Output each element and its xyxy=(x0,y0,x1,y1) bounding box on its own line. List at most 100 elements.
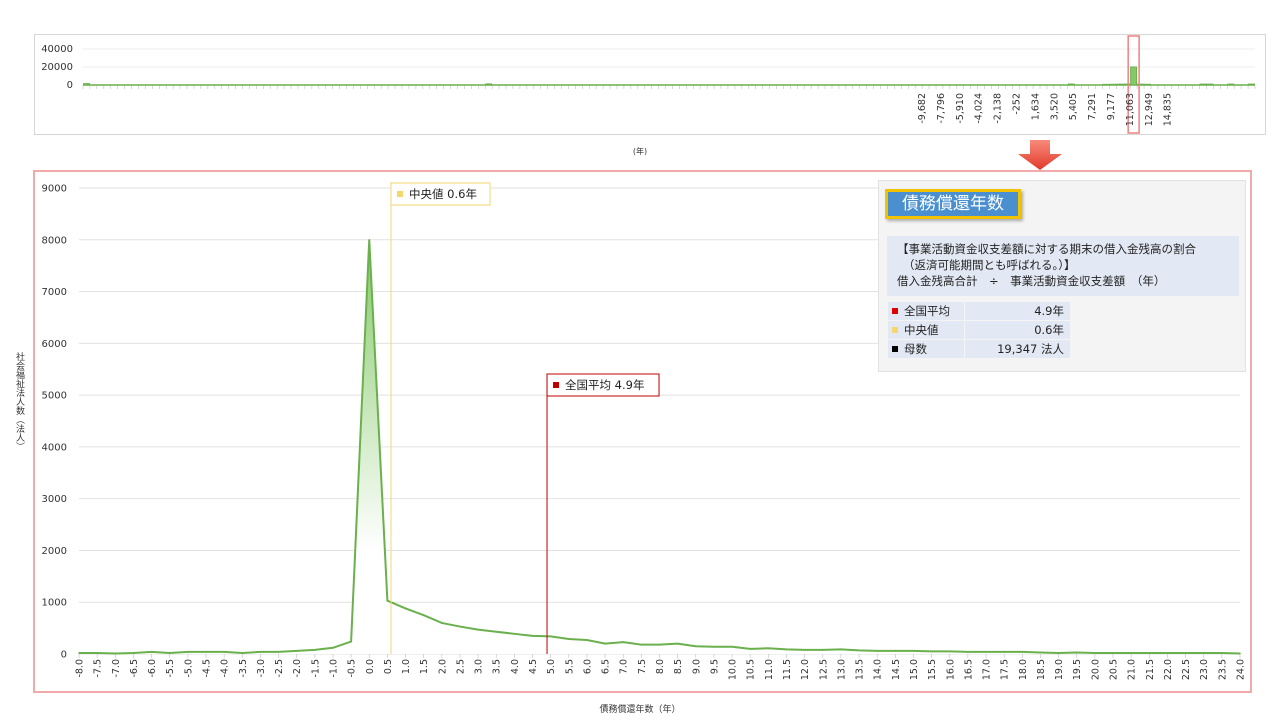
main-y-tick-label: 4000 xyxy=(42,442,67,453)
main-y-axis-label: 社会福祉法人数（法人） xyxy=(14,352,24,451)
main-data-point xyxy=(1221,652,1223,654)
main-x-tick-label: 21.0 xyxy=(1127,659,1138,680)
overview-x-tick-label: 11,063 xyxy=(1125,93,1136,126)
main-data-point xyxy=(404,607,407,610)
main-data-point xyxy=(894,650,897,652)
main-data-point xyxy=(767,647,770,650)
main-x-tick-label: 18.5 xyxy=(1036,659,1047,680)
main-x-tick-label: 15.0 xyxy=(909,659,920,680)
main-data-point xyxy=(223,651,225,653)
overview-bar xyxy=(1248,83,1255,86)
main-x-tick-label: 16.0 xyxy=(945,659,956,680)
median-label-box: 中央値 0.6年 xyxy=(390,182,491,206)
main-x-tick-label: 0.0 xyxy=(365,659,376,674)
main-x-tick-label: 2.5 xyxy=(455,659,466,674)
main-data-point xyxy=(277,651,280,653)
main-x-tick-label: 1.0 xyxy=(401,659,412,674)
info-title: 債務償還年数 xyxy=(885,189,1021,219)
overview-bar xyxy=(1116,83,1124,86)
main-x-axis-label: 債務償還年数（年） xyxy=(599,705,681,715)
main-x-tick-label: 0.5 xyxy=(383,659,394,674)
main-data-point xyxy=(749,648,752,650)
overview-bar xyxy=(1199,83,1207,86)
main-x-tick-label: 3.0 xyxy=(474,659,485,674)
main-data-point xyxy=(604,642,606,645)
main-data-point xyxy=(205,651,207,653)
main-data-point xyxy=(96,652,98,654)
overview-bar xyxy=(83,83,90,86)
main-data-point xyxy=(586,639,588,641)
overview-bar xyxy=(1109,83,1117,86)
main-x-tick-label: 13.5 xyxy=(855,659,866,680)
main-data-point xyxy=(1075,651,1078,654)
main-data-point xyxy=(1202,652,1205,654)
overview-x-tick-label: 14,835 xyxy=(1163,93,1174,126)
median-marker-icon xyxy=(397,191,404,197)
overview-bar xyxy=(1130,66,1138,86)
overview-chart[interactable]: 40000 20000 0 -9,682 -7,796 -5,910 -4,024 -2,13… xyxy=(35,35,1265,134)
main-x-tick-label: -1.0 xyxy=(328,659,339,678)
overview-bar xyxy=(1102,83,1110,86)
main-data-point xyxy=(676,642,679,645)
main-data-point xyxy=(731,645,733,648)
median-label-text: 中央値 0.6年 xyxy=(409,187,477,201)
median-marker-icon xyxy=(892,327,898,333)
main-x-tick-label: 15.5 xyxy=(927,659,938,680)
main-x-tick-label: 12.0 xyxy=(800,659,811,680)
overview-bar xyxy=(1227,83,1235,86)
main-data-point xyxy=(1184,652,1187,654)
main-x-tick-label: 4.0 xyxy=(510,659,521,674)
main-data-point xyxy=(78,652,80,654)
main-x-tick-label: 9.0 xyxy=(691,659,702,674)
main-x-tick-label: 11.5 xyxy=(782,659,793,680)
overview-x-tick-label: -2,138 xyxy=(993,93,1004,124)
overview-x-tick-label: -252 xyxy=(1012,93,1023,115)
main-data-point xyxy=(549,635,552,638)
main-x-tick-label: -2.5 xyxy=(274,659,285,678)
stats-label-mean: 全国平均 xyxy=(904,304,950,318)
overview-bar xyxy=(485,83,493,86)
main-y-tick-label: 5000 xyxy=(42,391,67,402)
overview-x-unit: (年) xyxy=(632,147,648,156)
main-x-tick-label: -1.5 xyxy=(310,659,321,678)
info-desc-line-2: （返済可能期間とも呼ばれる。）】 xyxy=(903,258,1076,272)
main-x-tick-label: 20.5 xyxy=(1109,659,1120,680)
main-x-tick-label: 5.0 xyxy=(546,659,557,674)
overview-x-tick-label: 12,949 xyxy=(1144,93,1155,126)
info-desc-line-3: 借入金残高合計 ÷ 事業活動資金収支差額 （年） xyxy=(897,274,1166,288)
overview-x-tick-label: -4,024 xyxy=(974,93,985,124)
main-data-point xyxy=(967,651,969,653)
overview-x-tick-label: 3,520 xyxy=(1049,93,1060,120)
main-x-tick-label: -3.0 xyxy=(256,659,267,678)
main-x-tick-label: -0.5 xyxy=(347,659,358,678)
overview-x-tick-label: 9,177 xyxy=(1106,93,1117,120)
main-x-tick-label: 19.5 xyxy=(1072,659,1083,680)
main-x-tick-label: 14.5 xyxy=(891,659,902,680)
overview-bar xyxy=(1144,83,1151,86)
main-data-point xyxy=(1239,652,1241,655)
main-x-tick-label: 6.0 xyxy=(582,659,593,674)
main-x-tick-label: 21.5 xyxy=(1145,659,1156,680)
main-x-tick-label: 4.5 xyxy=(528,659,539,674)
main-data-point xyxy=(477,628,479,631)
main-x-tick-label: 7.0 xyxy=(619,659,630,674)
main-data-point xyxy=(713,645,715,648)
main-x-tick-label: 19.0 xyxy=(1054,659,1065,680)
main-x-tick-label: 24.0 xyxy=(1236,659,1247,680)
main-data-point xyxy=(368,238,371,241)
main-x-tick-label: -4.0 xyxy=(220,659,231,678)
stats-value-median: 0.6年 xyxy=(965,321,1070,339)
stats-value-count: 19,347 法人 xyxy=(965,340,1070,358)
main-x-tick-label: -7.0 xyxy=(111,659,122,678)
main-x-tick-label: 1.5 xyxy=(419,659,430,674)
main-data-point xyxy=(332,646,334,649)
mean-label-box: 全国平均 4.9年 xyxy=(546,373,660,397)
main-y-tick-label: 7000 xyxy=(42,287,67,298)
main-x-tick-label: -5.0 xyxy=(183,659,194,678)
main-data-point xyxy=(1021,651,1024,653)
main-x-tick-label: 3.5 xyxy=(492,659,503,674)
info-panel: 債務償還年数 【事業活動資金収支差額に対する期末の借入金残高の割合 （返済可能期… xyxy=(878,180,1246,372)
main-x-tick-label: -3.5 xyxy=(238,659,249,678)
overview-y-tick-label: 40000 xyxy=(41,44,73,55)
overview-x-tick-label: -7,796 xyxy=(936,93,947,124)
